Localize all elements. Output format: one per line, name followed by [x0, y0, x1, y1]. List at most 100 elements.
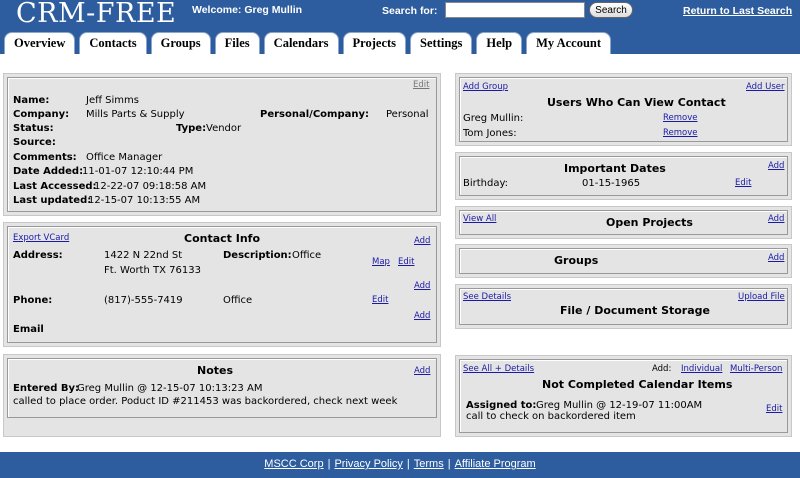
view-all-projects-link[interactable]: View All: [463, 214, 496, 224]
add-user-link[interactable]: Add User: [746, 82, 785, 92]
last-updated-value: 12-15-07 10:13:55 AM: [88, 195, 201, 206]
address-label: Address:: [13, 250, 63, 261]
see-all-details-link[interactable]: See All + Details: [463, 364, 534, 374]
tab-groups[interactable]: Groups: [150, 32, 211, 54]
date-added-value: 11-01-07 12:10:44 PM: [82, 166, 194, 177]
users-panel: Add Group Add User Users Who Can View Co…: [455, 73, 792, 146]
phone-label: Phone:: [13, 295, 53, 306]
personal-company-value: Personal: [386, 109, 429, 120]
remove-user-link[interactable]: Remove: [663, 128, 698, 138]
phone-value: (817)-555-7419: [104, 295, 183, 306]
footer-links: MSCC Corp | Privacy Policy | Terms | Affiliate…: [0, 458, 800, 470]
name-label: Name:: [13, 95, 50, 106]
type-value: Vendor: [206, 123, 242, 134]
address-line1: 1422 N 22nd St: [104, 250, 183, 261]
phone-description: Office: [223, 295, 253, 306]
return-to-last-search-link[interactable]: Return to Last Search: [683, 5, 792, 17]
calendar-item-text: call to check on backordered item: [466, 411, 636, 422]
tab-calendars[interactable]: Calendars: [263, 32, 339, 54]
projects-add-link[interactable]: Add: [768, 214, 784, 224]
footer-link-privacy-policy[interactable]: Privacy Policy: [334, 458, 402, 470]
search-button[interactable]: Search: [589, 2, 633, 18]
calendar-items-panel: See All + Details Add: Individual Multi-…: [455, 355, 792, 437]
birthday-label: Birthday:: [463, 178, 509, 189]
important-dates-panel: Important Dates Add Birthday: 01-15-1965…: [455, 152, 792, 200]
type-label: Type:: [176, 123, 207, 134]
company-value: Mills Parts & Supply: [86, 109, 185, 120]
add-individual-link[interactable]: Individual: [681, 364, 722, 374]
map-link[interactable]: Map: [372, 257, 390, 267]
notes-add-link[interactable]: Add: [414, 366, 430, 376]
phone-edit-link[interactable]: Edit: [372, 295, 388, 305]
important-dates-title: Important Dates: [564, 162, 666, 175]
address-line2: Ft. Worth TX 76133: [104, 265, 201, 276]
export-vcard-link[interactable]: Export VCard: [13, 233, 69, 243]
notes-title: Notes: [197, 364, 234, 377]
footer-separator: |: [406, 458, 410, 470]
name-value: Jeff Simms: [86, 95, 139, 106]
entered-by-value: Greg Mullin @ 12-15-07 10:13:23 AM: [77, 383, 263, 394]
contact-edit-link[interactable]: Edit: [413, 80, 429, 90]
header-bar: CRM-FREE Welcome: Greg Mullin Search for…: [0, 0, 800, 54]
main-tabs: Overview Contacts Groups Files Calendars…: [4, 32, 615, 54]
groups-title: Groups: [554, 254, 599, 267]
assigned-to-value: Greg Mullin @ 12-19-07 11:00AM: [536, 400, 703, 411]
address-edit-link[interactable]: Edit: [398, 257, 414, 267]
add-group-link[interactable]: Add Group: [463, 82, 508, 92]
contact-info-add-link[interactable]: Add: [414, 236, 430, 246]
birthday-edit-link[interactable]: Edit: [735, 178, 751, 188]
calendar-edit-link[interactable]: Edit: [766, 404, 782, 414]
description-value: Office: [292, 250, 322, 261]
tab-files[interactable]: Files: [214, 32, 260, 54]
remove-user-link[interactable]: Remove: [663, 113, 698, 123]
footer-bar: MSCC Corp | Privacy Policy | Terms | Affiliate…: [0, 452, 800, 478]
app-logo: CRM-FREE: [16, 0, 177, 29]
users-title: Users Who Can View Contact: [547, 96, 726, 109]
open-projects-panel: View All Open Projects Add: [455, 206, 792, 239]
groups-add-link[interactable]: Add: [768, 253, 784, 263]
groups-panel: Groups Add: [455, 244, 792, 278]
tab-help[interactable]: Help: [476, 32, 523, 54]
contact-info-title: Contact Info: [184, 232, 261, 245]
footer-link-affiliate-program[interactable]: Affiliate Program: [455, 458, 536, 470]
user-row-name: Tom Jones:: [463, 128, 517, 139]
see-details-link[interactable]: See Details: [463, 292, 511, 302]
comments-label: Comments:: [13, 152, 77, 163]
tab-settings[interactable]: Settings: [410, 32, 473, 54]
search-input[interactable]: [445, 2, 585, 18]
email-add-link[interactable]: Add: [414, 311, 430, 321]
footer-link-terms[interactable]: Terms: [414, 458, 444, 470]
tab-my-account[interactable]: My Account: [526, 32, 612, 54]
contact-info-panel: Export VCard Contact Info Add Address: 1…: [3, 222, 441, 347]
footer-separator: |: [327, 458, 331, 470]
contact-details-panel: Edit Name: Jeff Simms Company: Mills Par…: [3, 73, 441, 216]
footer-link-mscc-corp[interactable]: MSCC Corp: [264, 458, 323, 470]
upload-file-link[interactable]: Upload File: [738, 292, 785, 302]
comments-value: Office Manager: [86, 152, 163, 163]
status-label: Status:: [13, 123, 54, 134]
email-label: Email: [13, 324, 44, 335]
personal-company-label: Personal/Company:: [260, 109, 369, 120]
open-projects-title: Open Projects: [606, 216, 693, 229]
footer-separator: |: [447, 458, 451, 470]
phone-add-link[interactable]: Add: [414, 281, 430, 291]
welcome-text: Welcome: Greg Mullin: [192, 4, 303, 16]
description-label: Description:: [223, 250, 292, 261]
assigned-to-label: Assigned to:: [466, 400, 537, 411]
company-label: Company:: [13, 109, 70, 120]
entered-by-label: Entered By:: [13, 383, 80, 394]
file-storage-title: File / Document Storage: [560, 304, 710, 317]
notes-panel: Notes Add Entered By: Greg Mullin @ 12-1…: [3, 354, 441, 437]
date-added-label: Date Added:: [13, 166, 84, 177]
birthday-value: 01-15-1965: [582, 178, 641, 189]
user-row-name: Greg Mullin:: [463, 113, 524, 124]
dates-add-link[interactable]: Add: [768, 161, 784, 171]
tab-contacts[interactable]: Contacts: [79, 32, 147, 54]
tab-overview[interactable]: Overview: [4, 32, 76, 54]
calendar-add-label: Add:: [652, 364, 672, 374]
add-multi-person-link[interactable]: Multi-Person: [730, 364, 782, 374]
last-updated-label: Last updated:: [13, 195, 92, 206]
note-text: called to place order. Poduct ID #211453…: [13, 396, 398, 407]
tab-projects[interactable]: Projects: [342, 32, 407, 54]
last-accessed-value: 12-22-07 09:18:58 AM: [94, 181, 207, 192]
